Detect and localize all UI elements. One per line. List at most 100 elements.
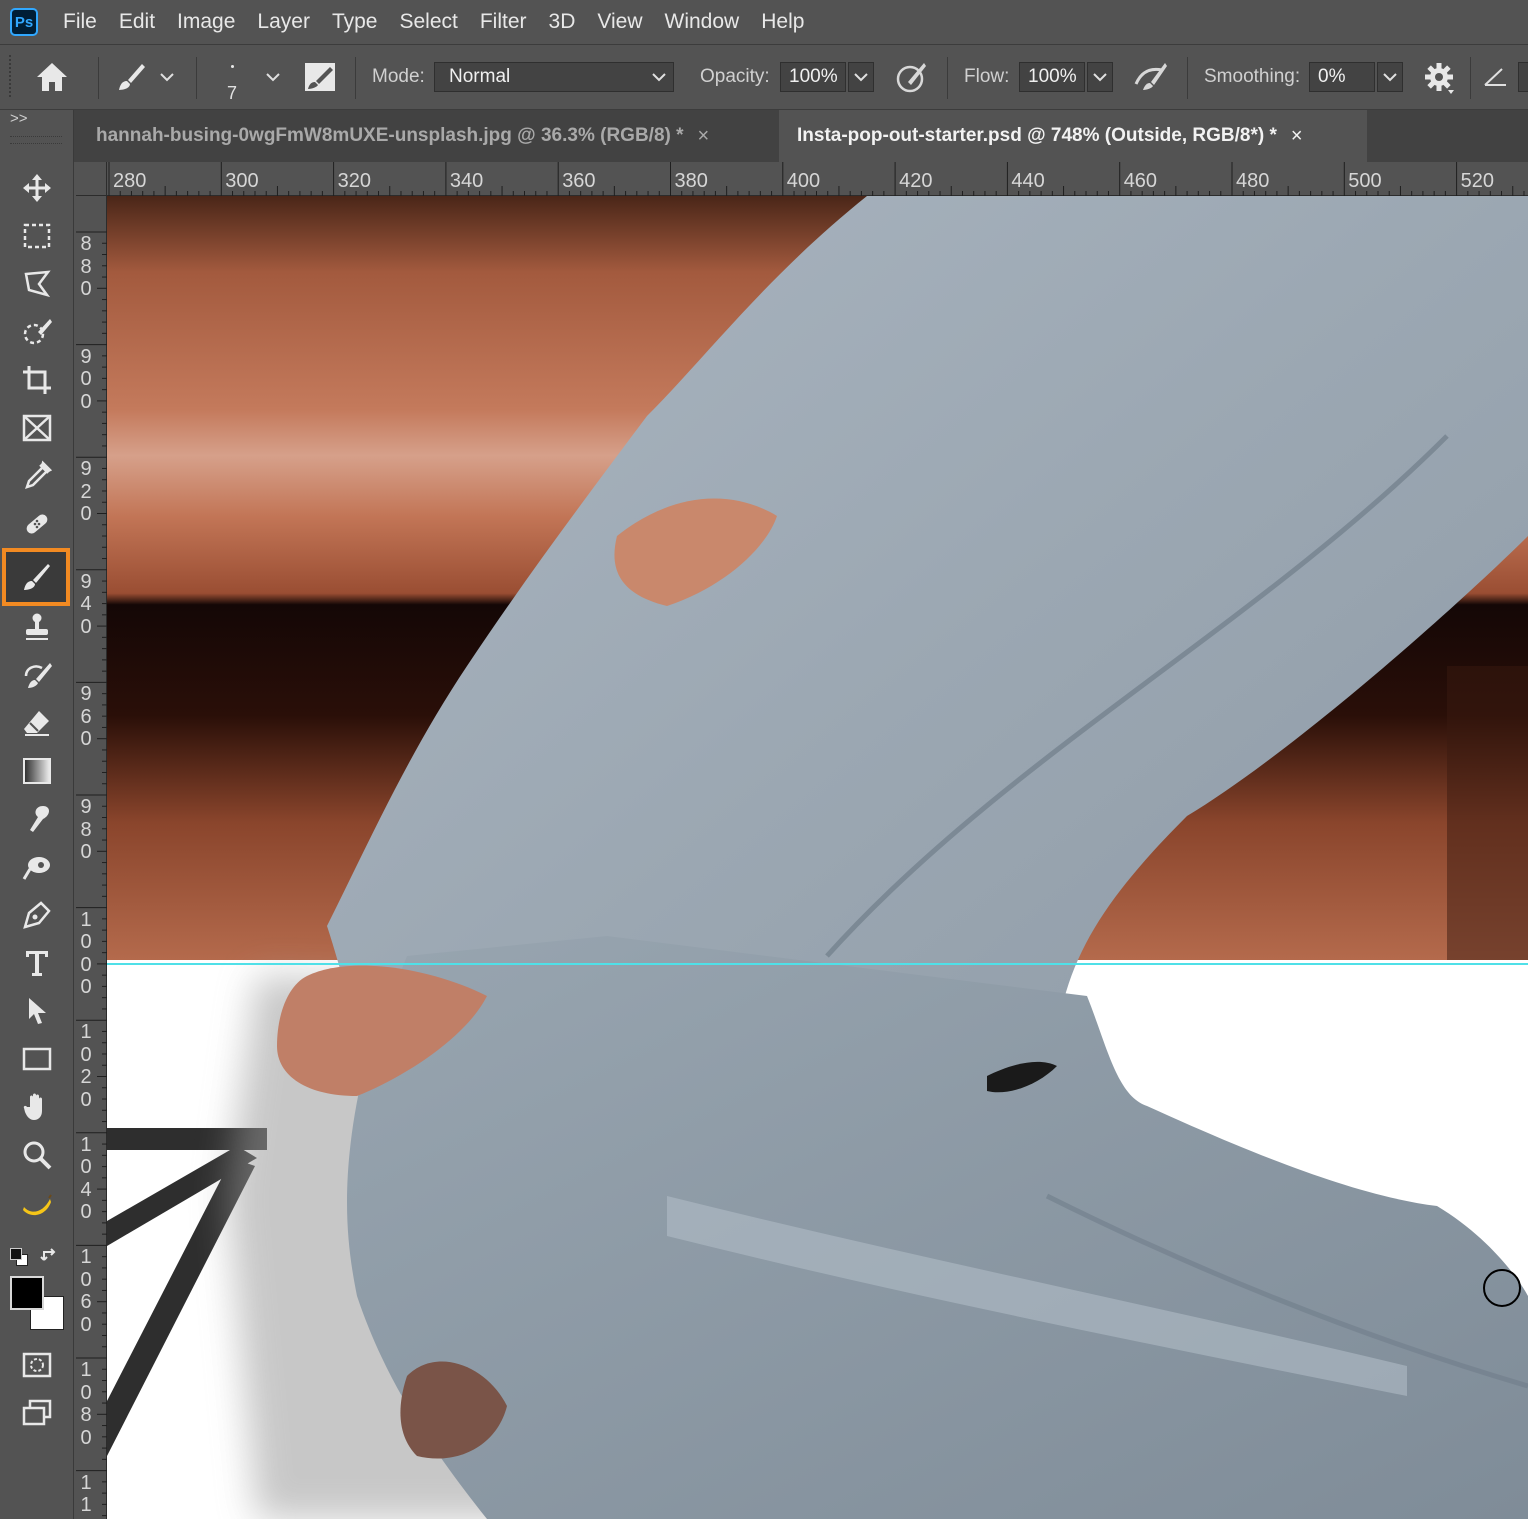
- ruler-v-label: 900: [80, 345, 92, 413]
- close-icon[interactable]: ×: [1291, 125, 1303, 148]
- opacity-slider-toggle[interactable]: [848, 62, 874, 92]
- home-button[interactable]: [34, 45, 70, 109]
- flow-input[interactable]: 100%: [1019, 62, 1085, 92]
- dodge-tool[interactable]: [13, 844, 61, 890]
- brush-settings-panel-toggle[interactable]: [302, 45, 338, 109]
- opacity-input[interactable]: 100%: [780, 62, 846, 92]
- type-icon: [26, 951, 48, 976]
- smudge-icon: [30, 806, 49, 832]
- ruler-v-label: 1060: [80, 1246, 92, 1336]
- eraser-tool[interactable]: [13, 700, 61, 746]
- arrow-cursor-icon: [29, 998, 46, 1024]
- ruler-h-label: 440: [1011, 170, 1045, 192]
- menu-window[interactable]: Window: [654, 10, 751, 34]
- chevron-down-icon: [266, 73, 280, 82]
- airbrush-button[interactable]: [1132, 45, 1170, 109]
- crop-tool[interactable]: [13, 357, 61, 403]
- tab-insta-pop-out-psd[interactable]: Insta-pop-out-starter.psd @ 748% (Outsid…: [779, 110, 1367, 162]
- menu-type[interactable]: Type: [321, 10, 389, 34]
- ruler-h-label: 480: [1236, 170, 1270, 192]
- tab-title: Insta-pop-out-starter.psd @ 748% (Outsid…: [797, 125, 1277, 146]
- menu-layer[interactable]: Layer: [246, 10, 321, 34]
- menu-help[interactable]: Help: [750, 10, 815, 34]
- menu-view[interactable]: View: [586, 10, 653, 34]
- smoothing-input[interactable]: 0%: [1309, 62, 1375, 92]
- default-colors-icon[interactable]: [10, 1248, 28, 1266]
- smoothing-label: Smoothing:: [1204, 66, 1301, 87]
- options-bar: 7 Mode: Normal Opacity: 100% Flow: 100% …: [0, 44, 1528, 110]
- swap-colors-icon[interactable]: [40, 1246, 62, 1268]
- zoom-tool[interactable]: [13, 1132, 61, 1178]
- gradient-tool[interactable]: [13, 748, 61, 794]
- menu-file[interactable]: File: [52, 10, 108, 34]
- horizontal-ruler: 280 300 320 340 360 380 400 420 440 460 480 500 520: [76, 162, 1528, 196]
- rectangle-tool[interactable]: [13, 1036, 61, 1082]
- frame-tool[interactable]: [13, 405, 61, 451]
- eyedropper-tool[interactable]: [13, 453, 61, 499]
- ruler-v-label: 940: [80, 570, 92, 638]
- brush-size-picker[interactable]: 7: [212, 45, 282, 109]
- ruler-h-label: 340: [449, 170, 484, 192]
- menu-select[interactable]: Select: [388, 10, 468, 34]
- document-canvas[interactable]: [107, 196, 1528, 1519]
- history-brush-tool[interactable]: [13, 652, 61, 698]
- menu-edit[interactable]: Edit: [108, 10, 166, 34]
- brush-angle-button[interactable]: [1482, 45, 1510, 109]
- move-tool[interactable]: [13, 165, 61, 211]
- ruler-v-label: 920: [80, 458, 92, 526]
- ruler-v-label: 1020: [80, 1021, 92, 1111]
- mode-dropdown[interactable]: Normal: [434, 45, 674, 109]
- path-selection-tool[interactable]: [13, 988, 61, 1034]
- polygonal-lasso-icon: [24, 270, 51, 298]
- type-tool[interactable]: [13, 940, 61, 986]
- blur-tool[interactable]: [13, 796, 61, 842]
- ruler-h-label: 520: [1460, 170, 1494, 192]
- ruler-h-label: 400: [786, 170, 821, 192]
- ruler-corner: [76, 162, 107, 196]
- ruler-v-label: 1080: [80, 1359, 92, 1449]
- tab-unsplash-jpg[interactable]: hannah-busing-0wgFmW8mUXE-unsplash.jpg @…: [74, 110, 778, 162]
- pressure-opacity-button[interactable]: [894, 45, 928, 109]
- tab-title: hannah-busing-0wgFmW8mUXE-unsplash.jpg @…: [96, 125, 684, 146]
- screen-mode-icon: [22, 1399, 52, 1426]
- quick-selection-tool[interactable]: [13, 309, 61, 355]
- hand-tool[interactable]: [13, 1084, 61, 1130]
- dodge-icon: [22, 857, 50, 880]
- menu-image[interactable]: Image: [166, 10, 246, 34]
- foreground-color-swatch[interactable]: [10, 1276, 44, 1310]
- ruler-v-label: 1040: [80, 1133, 92, 1224]
- angle-input[interactable]: [1518, 62, 1528, 92]
- eyedropper-icon: [25, 460, 53, 489]
- brush-tool[interactable]: [2, 548, 70, 606]
- home-icon: [37, 63, 67, 91]
- healing-brush-tool[interactable]: [13, 501, 61, 547]
- banana-easter-egg[interactable]: [13, 1182, 61, 1228]
- brush-cursor: [1483, 1269, 1521, 1307]
- tool-preset-picker[interactable]: [114, 45, 176, 109]
- mode-label: Mode:: [372, 66, 425, 87]
- magnifier-icon: [23, 1141, 52, 1170]
- quick-mask-button[interactable]: [13, 1342, 61, 1388]
- smoothing-options-button[interactable]: [1422, 45, 1456, 109]
- brush-icon: [119, 64, 145, 90]
- flow-slider-toggle[interactable]: [1087, 62, 1113, 92]
- screen-mode-button[interactable]: [13, 1390, 61, 1436]
- menu-3d[interactable]: 3D: [538, 10, 587, 34]
- clone-stamp-tool[interactable]: [13, 604, 61, 650]
- ruler-h-label: 360: [562, 170, 596, 192]
- marquee-tool[interactable]: [13, 213, 61, 259]
- ruler-h-label: 280: [113, 170, 147, 192]
- lasso-tool[interactable]: [13, 261, 61, 307]
- rectangle-icon: [22, 1047, 52, 1071]
- ruler-h-label: 420: [899, 170, 933, 192]
- gear-icon: [1425, 63, 1454, 94]
- smoothing-slider-toggle[interactable]: [1377, 62, 1403, 92]
- menu-filter[interactable]: Filter: [469, 10, 538, 34]
- ruler-v-label: 960: [80, 683, 92, 751]
- panel-collapse-toggle[interactable]: >>: [10, 110, 28, 127]
- close-icon[interactable]: ×: [698, 125, 710, 148]
- bandage-icon: [26, 514, 48, 534]
- chevron-down-icon: [1383, 73, 1397, 82]
- airbrush-icon: [1134, 63, 1167, 90]
- pen-tool[interactable]: [13, 892, 61, 938]
